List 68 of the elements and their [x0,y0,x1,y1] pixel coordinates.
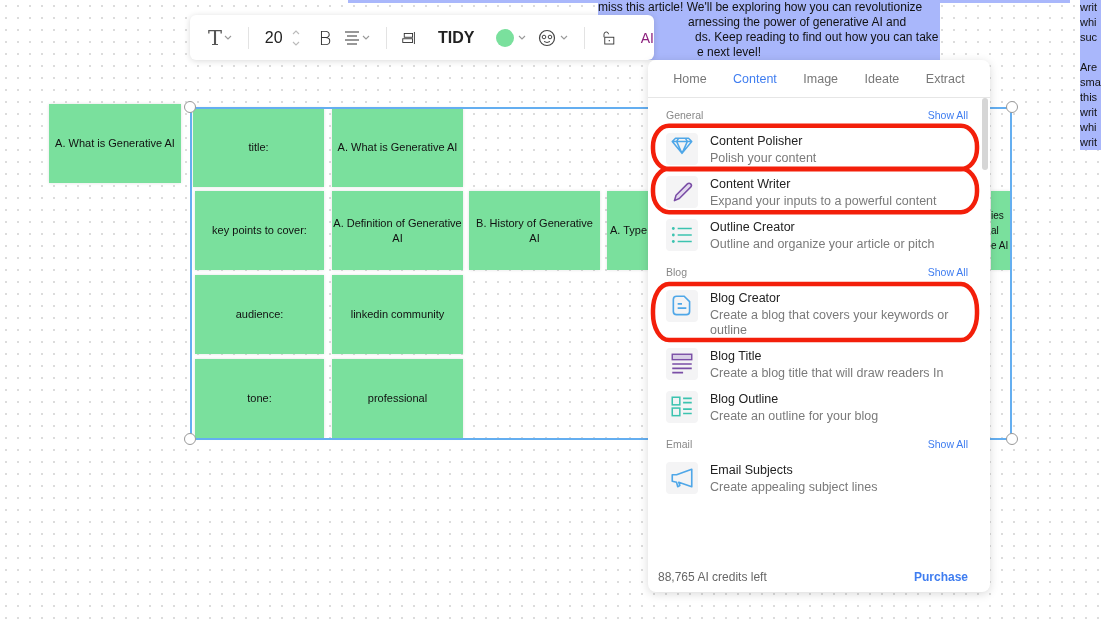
section-heading: Blog [666,266,687,278]
note-text: e next level! [697,45,762,60]
resize-handle[interactable] [1006,433,1018,445]
tool-description: Outline and organize your article or pitch [710,237,936,252]
caret-icon [518,34,527,41]
sticky-note[interactable]: linkedin community [332,275,463,354]
caret-icon [560,34,569,41]
sticky-note[interactable]: professional [332,359,463,438]
tool-title[interactable]: Content Writer [710,177,970,191]
tool-description: Create a blog that covers your keywords or outline [710,308,950,338]
tool-description: Create a blog title that will draw readers In [710,366,945,381]
note-text: whi [1080,15,1098,30]
tool-description: Create an outline for your blog [710,409,880,424]
note-text: miss this article! We'll be exploring how you can revolutionize [598,0,923,15]
panel-tab[interactable]: Content [731,67,779,90]
align-center-icon [343,30,360,45]
sticky-note[interactable]: title: [193,108,324,187]
note-text: ds. Keep reading to find out how you can take [695,30,939,45]
tool-title[interactable]: Content Polisher [710,134,970,148]
show-all-link[interactable]: Show All [927,266,968,278]
tool-title[interactable]: Blog Title [710,349,970,363]
note-text: sma [1080,75,1101,90]
resize-handle[interactable] [1006,101,1018,113]
tool-title[interactable]: Outline Creator [710,220,970,234]
tool-description: Polish your content [710,151,818,166]
note-text: this [1080,90,1099,105]
emoji-icon [538,28,557,47]
panel-tab[interactable]: Extract [923,67,967,90]
note-text: whi [1080,120,1098,135]
sticky-note[interactable]: B. History of Generative AI [469,191,600,270]
resize-handle[interactable] [184,433,196,445]
note-text: writ [1080,135,1099,150]
tool-title[interactable]: Blog Creator [710,291,970,305]
sticky-note[interactable]: A. What is Generative AI [49,104,181,183]
note-text: writ [1080,0,1099,15]
ai-button[interactable]: AI [640,29,654,46]
font-size-value[interactable]: 20 [264,28,283,47]
panel-tab[interactable]: Home [671,67,709,90]
sticky-note[interactable]: key points to cover: [195,191,324,270]
panel-tab[interactable]: Image [801,67,841,90]
note-text: Are [1080,60,1099,75]
sticky-note[interactable]: tone: [195,359,324,438]
tidy-button[interactable]: TIDY [438,28,475,47]
sticky-note[interactable]: ies al e AI [991,191,1010,270]
show-all-link[interactable]: Show All [927,438,968,450]
note-text: arnessing the power of generative AI and [688,15,907,30]
tool-description: Expand your inputs to a powerful content [710,194,938,209]
note-text: suc [1080,30,1099,45]
caret-icon [361,34,370,41]
section-heading: Email [666,438,693,450]
caret-icon [224,34,232,41]
tool-title[interactable]: Email Subjects [710,463,970,477]
sticky-note[interactable]: audience: [195,275,324,354]
text-style-button[interactable]: T [208,25,222,50]
resize-handle[interactable] [184,101,196,113]
show-all-link[interactable]: Show All [927,109,968,121]
sticky-note[interactable]: A. Type [607,191,648,270]
section-heading: General [666,109,704,121]
tool-title[interactable]: Blog Outline [710,392,970,406]
tool-description: Create appealing subject lines [710,480,879,495]
sticky-note[interactable]: A. What is Generative AI [332,108,463,187]
credits-remaining: 88,765 AI credits left [658,570,767,584]
note-text: writ [1080,105,1099,120]
color-swatch[interactable] [496,28,515,47]
bold-button[interactable]: B [318,25,332,50]
panel-tab[interactable]: Ideate [862,67,902,90]
sticky-note[interactable]: A. Definition of Generative AI [332,191,463,270]
purchase-link[interactable]: Purchase [913,570,968,584]
